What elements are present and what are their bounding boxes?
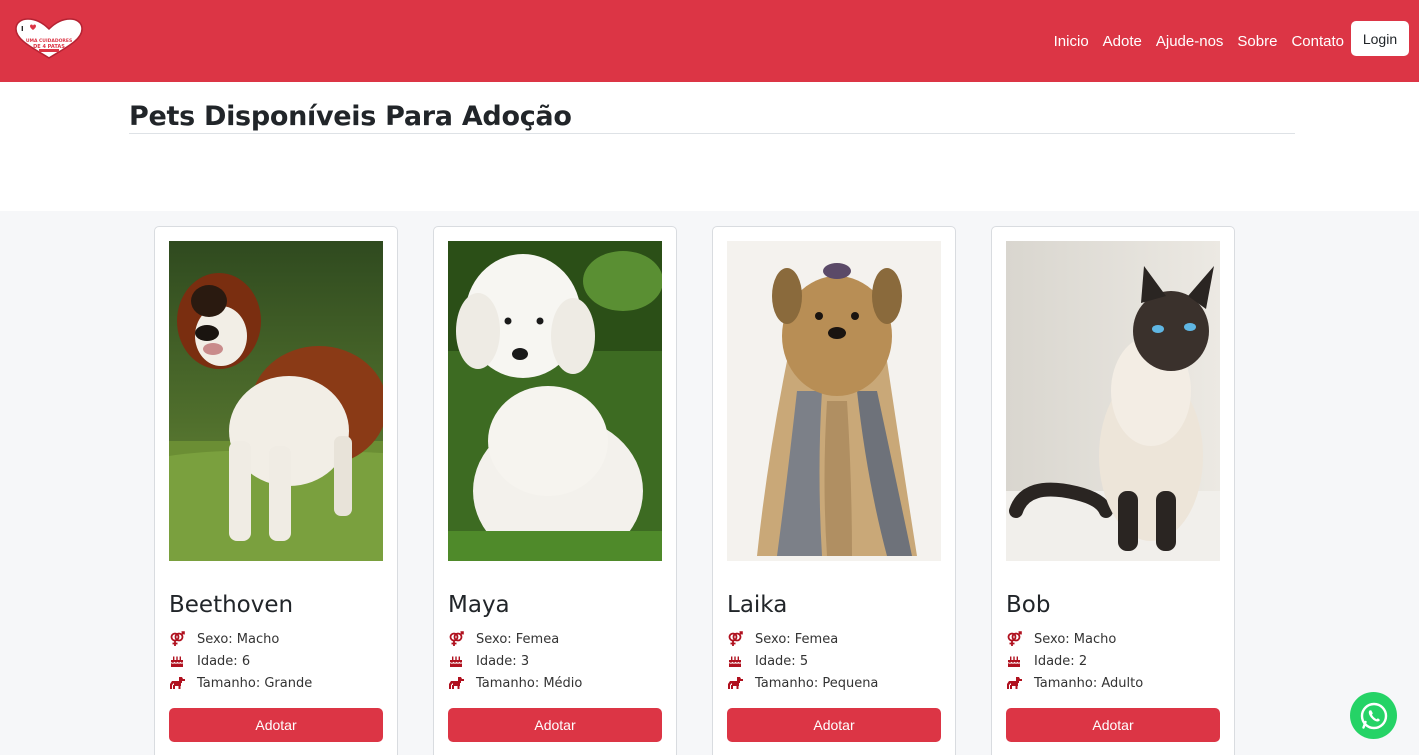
- navbar: I UMA CUIDADORES DE 4 PATAS Inicio Adote…: [0, 0, 1419, 82]
- pet-sex: Sexo: Femea: [727, 631, 838, 647]
- nav-item-sobre[interactable]: Sobre: [1237, 33, 1277, 50]
- pet-size: Tamanho: Pequena: [727, 675, 878, 691]
- pet-age: Idade: 3: [448, 653, 529, 669]
- dog-icon: [727, 675, 743, 691]
- pet-sex-label: Sexo: Femea: [755, 631, 839, 647]
- gender-icon: [727, 631, 743, 647]
- pet-size: Tamanho: Grande: [169, 675, 312, 691]
- adopt-button[interactable]: Adotar: [1006, 708, 1220, 742]
- pet-sex-label: Sexo: Macho: [197, 631, 280, 647]
- pet-name: Maya: [448, 592, 510, 618]
- adopt-button[interactable]: Adotar: [448, 708, 662, 742]
- siamese-cat-photo: [1006, 241, 1220, 561]
- gender-icon: [169, 631, 185, 647]
- page-title: Pets Disponíveis Para Adoção: [129, 101, 572, 132]
- pet-age: Idade: 5: [727, 653, 808, 669]
- nav-item-inicio[interactable]: Inicio: [1054, 33, 1089, 50]
- pet-age: Idade: 6: [169, 653, 250, 669]
- birthday-cake-icon: [1006, 653, 1022, 669]
- pet-size-label: Tamanho: Médio: [476, 675, 583, 691]
- adopt-button[interactable]: Adotar: [727, 708, 941, 742]
- pet-cards-section: Beethoven Sexo: Macho Idade: 6 Tamanho: …: [0, 211, 1419, 755]
- gender-icon: [1006, 631, 1022, 647]
- pet-size-label: Tamanho: Pequena: [755, 675, 879, 691]
- pet-card: Beethoven Sexo: Macho Idade: 6 Tamanho: …: [154, 226, 398, 755]
- nav-item-adote[interactable]: Adote: [1103, 33, 1142, 50]
- pet-sex: Sexo: Femea: [448, 631, 559, 647]
- title-divider: [129, 133, 1295, 134]
- pet-age-label: Idade: 2: [1034, 653, 1088, 669]
- heart-logo-icon[interactable]: I UMA CUIDADORES DE 4 PATAS: [13, 18, 85, 60]
- nav-item-ajude-nos[interactable]: Ajude-nos: [1156, 33, 1224, 50]
- pet-size-label: Tamanho: Adulto: [1034, 675, 1144, 691]
- dog-icon: [1006, 675, 1022, 691]
- whatsapp-icon[interactable]: [1350, 692, 1397, 739]
- birthday-cake-icon: [169, 653, 185, 669]
- pet-sex: Sexo: Macho: [169, 631, 279, 647]
- poodle-photo: [448, 241, 662, 561]
- pet-age: Idade: 2: [1006, 653, 1087, 669]
- pet-size-label: Tamanho: Grande: [197, 675, 313, 691]
- svg-text:I: I: [21, 25, 24, 33]
- yorkshire-photo: [727, 241, 941, 561]
- pet-size: Tamanho: Adulto: [1006, 675, 1143, 691]
- pet-size: Tamanho: Médio: [448, 675, 582, 691]
- nav-item-contato[interactable]: Contato: [1291, 33, 1344, 50]
- pet-age-label: Idade: 6: [197, 653, 251, 669]
- birthday-cake-icon: [727, 653, 743, 669]
- pet-sex: Sexo: Macho: [1006, 631, 1116, 647]
- pet-card: Bob Sexo: Macho Idade: 2 Tamanho: Adulto…: [991, 226, 1235, 755]
- pet-name: Laika: [727, 592, 788, 618]
- pet-card: Maya Sexo: Femea Idade: 3 Tamanho: Médio…: [433, 226, 677, 755]
- dog-icon: [448, 675, 464, 691]
- pet-sex-label: Sexo: Femea: [476, 631, 560, 647]
- dog-icon: [169, 675, 185, 691]
- gender-icon: [448, 631, 464, 647]
- birthday-cake-icon: [448, 653, 464, 669]
- pet-name: Beethoven: [169, 592, 294, 618]
- nav-links: Inicio Adote Ajude-nos Sobre Contato: [1040, 0, 1344, 82]
- title-section: Pets Disponíveis Para Adoção: [0, 82, 1419, 211]
- pet-age-label: Idade: 3: [476, 653, 530, 669]
- pet-age-label: Idade: 5: [755, 653, 809, 669]
- login-button[interactable]: Login: [1351, 21, 1409, 56]
- pet-sex-label: Sexo: Macho: [1034, 631, 1117, 647]
- saint-bernard-photo: [169, 241, 383, 561]
- adopt-button[interactable]: Adotar: [169, 708, 383, 742]
- pet-name: Bob: [1006, 592, 1051, 618]
- pet-card: Laika Sexo: Femea Idade: 5 Tamanho: Pequ…: [712, 226, 956, 755]
